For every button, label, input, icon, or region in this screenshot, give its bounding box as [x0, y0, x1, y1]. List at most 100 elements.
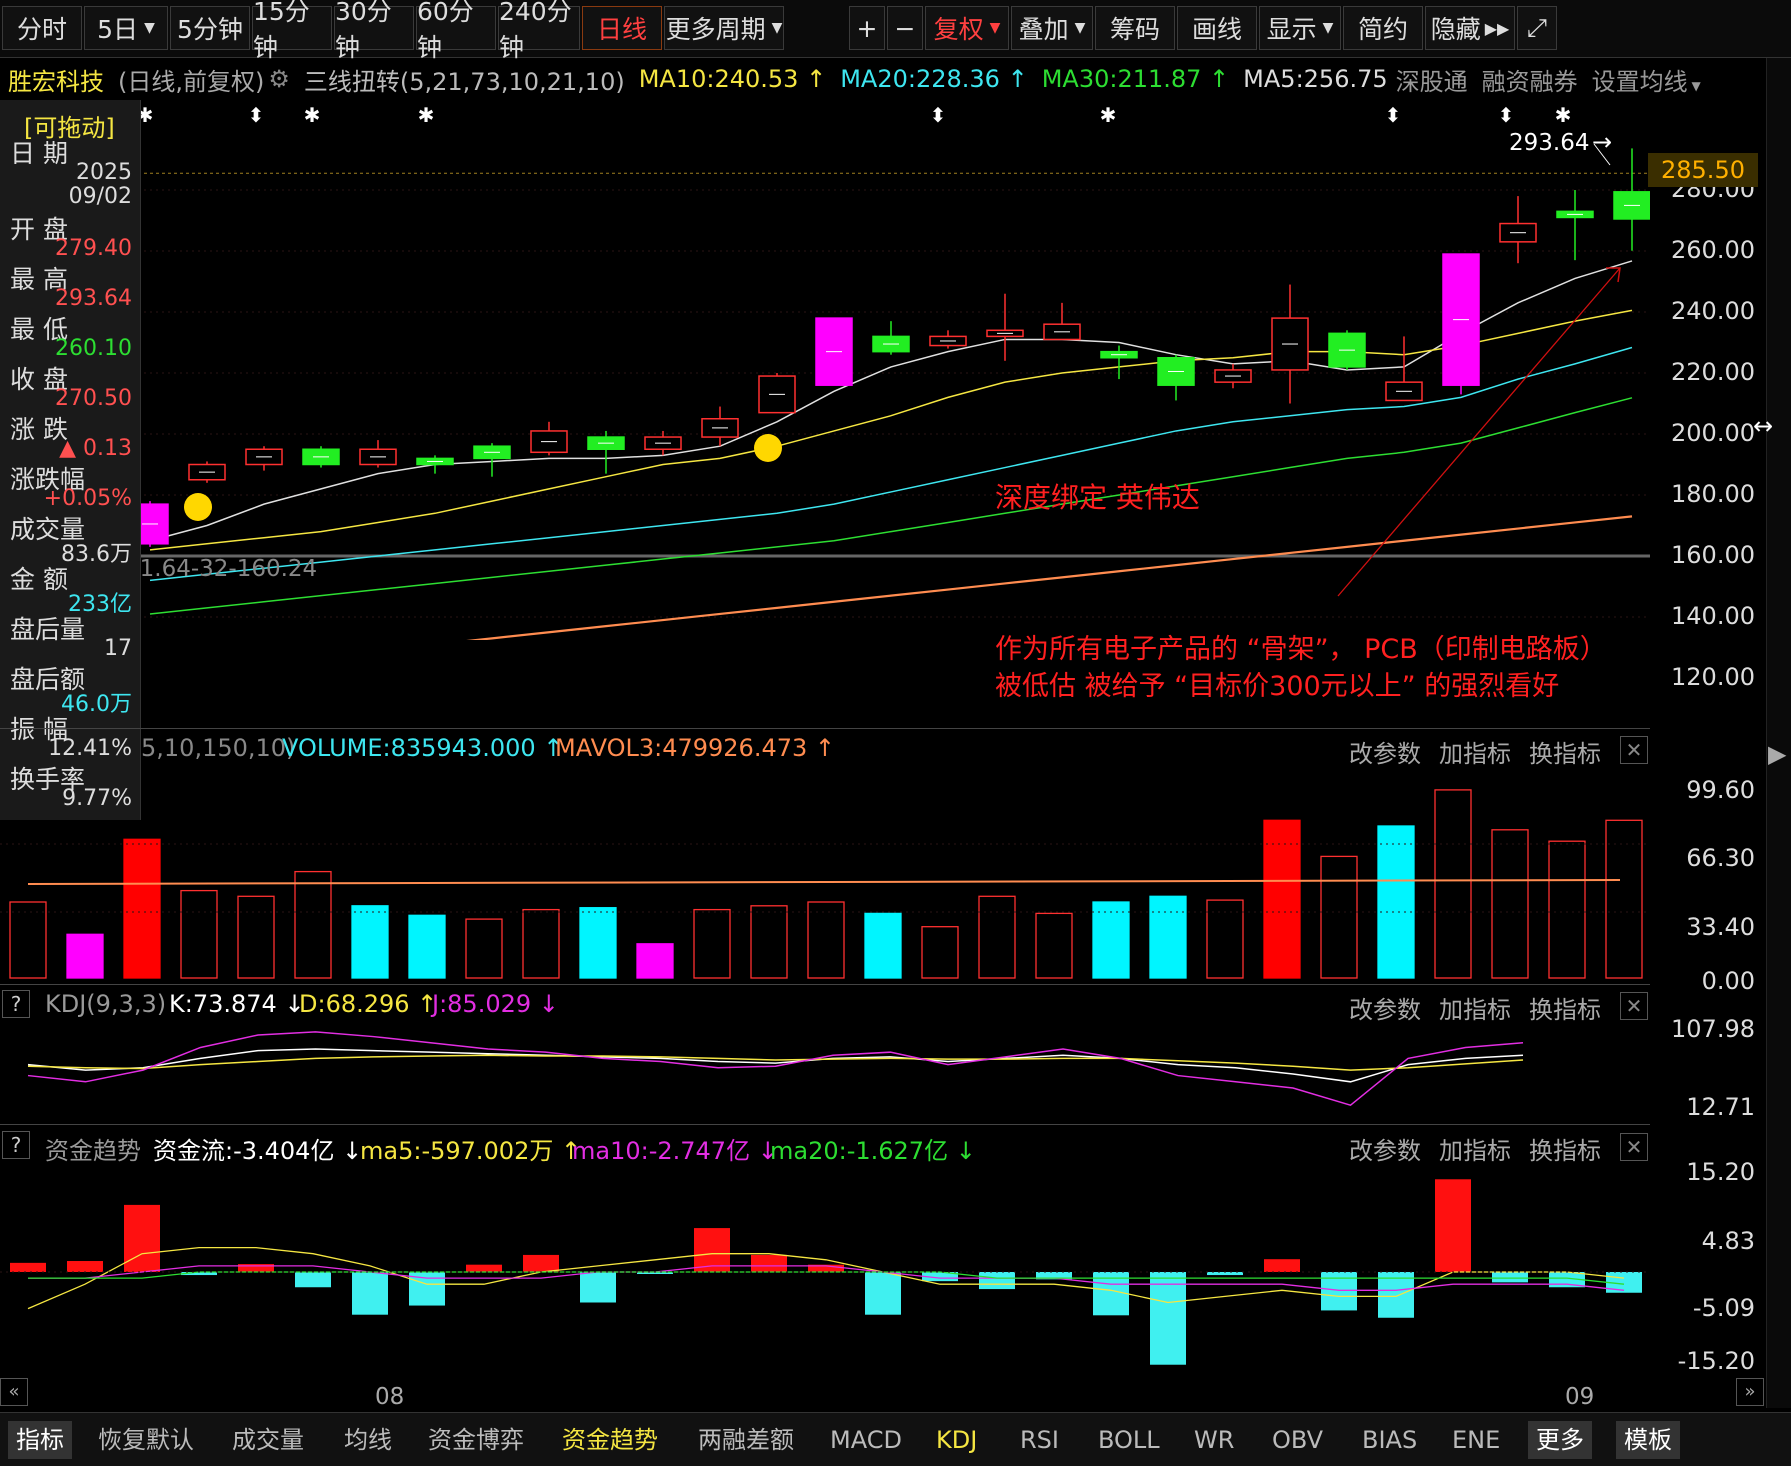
volume-bar [1548, 840, 1586, 979]
zoom-out-button[interactable]: − [887, 6, 923, 50]
flow-bar [580, 1272, 616, 1303]
volume-chart[interactable] [0, 760, 1650, 980]
tab-obv[interactable]: OBV [1264, 1421, 1331, 1459]
flow-bar [979, 1272, 1015, 1290]
tab-5day-label: 5日 [97, 15, 139, 44]
stock-name[interactable]: 胜宏科技 [8, 62, 104, 97]
flow-bar [1150, 1272, 1186, 1365]
tab-ene[interactable]: ENE [1444, 1421, 1508, 1459]
tab-240min[interactable]: 240分钟 [498, 0, 580, 62]
tab-kdj[interactable]: KDJ [928, 1421, 985, 1459]
ma20-text: MA20:228.36 [840, 65, 1000, 93]
tab-ma[interactable]: 均线 [336, 1421, 400, 1459]
tab-rsi[interactable]: RSI [1012, 1421, 1067, 1459]
tab-more[interactable]: 更多 [1528, 1421, 1592, 1459]
volume-bar [180, 889, 218, 979]
arrow-up-icon: ↑ [798, 65, 827, 93]
scroll-right-icon[interactable]: » [1736, 1378, 1764, 1406]
volume-bar [1491, 829, 1529, 979]
volume-bar [351, 905, 389, 979]
tab-capital-game[interactable]: 资金博弈 [420, 1421, 532, 1459]
simple-button[interactable]: 简约 [1343, 6, 1423, 50]
kdj-chart[interactable] [0, 1018, 1650, 1118]
tab-30min[interactable]: 30分钟 [334, 0, 414, 62]
volume-bar [1263, 819, 1301, 979]
tab-15min[interactable]: 15分钟 [252, 0, 332, 62]
kdj-name[interactable]: KDJ(9,3,3) [45, 990, 166, 1018]
tab-indicators[interactable]: 指标 [8, 1421, 72, 1459]
settings-gear-icon[interactable]: ⚙ [268, 65, 290, 93]
annotation-nvidia[interactable]: 深度绑定 英伟达 [995, 476, 1200, 516]
fullscreen-icon[interactable]: ⤢ [1517, 6, 1557, 50]
flow-bar [352, 1272, 388, 1315]
panel-value: 279.40 [55, 236, 132, 261]
indicator-name[interactable]: 三线扭转(5,21,73,10,21,10) [304, 62, 625, 97]
volume-bar [465, 918, 503, 979]
kdj-j-line [27, 1031, 1524, 1107]
hide-button[interactable]: 隐藏 ▶▶ [1425, 6, 1515, 50]
flow-bar [466, 1264, 502, 1272]
zoom-in-button[interactable]: + [849, 6, 885, 50]
tab-wr[interactable]: WR [1186, 1421, 1242, 1459]
signal-arrow-icon: ⬍ [1498, 103, 1515, 127]
axis-tick-label: 180.00 [1671, 480, 1755, 508]
tab-bias[interactable]: BIAS [1354, 1421, 1425, 1459]
panel-label: 金 额 [10, 565, 68, 594]
close-icon[interactable]: ✕ [1620, 1133, 1648, 1161]
draw-button[interactable]: 画线 [1177, 6, 1257, 50]
link-shengutong[interactable]: 深股通 [1396, 62, 1468, 97]
tab-template[interactable]: 模板 [1616, 1421, 1680, 1459]
help-icon[interactable]: ? [2, 1131, 30, 1159]
tab-60min[interactable]: 60分钟 [416, 0, 496, 62]
resize-horizontal-icon[interactable]: ↔ [1753, 412, 1773, 440]
tab-macd[interactable]: MACD [822, 1421, 910, 1459]
axis-tick-label: 66.30 [1686, 844, 1755, 872]
tab-volume[interactable]: 成交量 [224, 1421, 312, 1459]
volume-bar [750, 905, 788, 979]
kdj-j-text: J:85.029 [432, 990, 532, 1018]
flow-bar [1492, 1272, 1528, 1283]
display-button[interactable]: 显示 ▼ [1259, 6, 1341, 50]
link-margin-trading[interactable]: 融资融券 [1482, 62, 1578, 97]
tab-restore-default[interactable]: 恢复默认 [90, 1421, 202, 1459]
tab-fenshi[interactable]: 分时 [2, 6, 82, 50]
flow-bar [751, 1254, 787, 1272]
display-label: 显示 [1266, 15, 1317, 44]
volume-params: 5,10,150,10) [141, 734, 296, 762]
volume-bar [1035, 912, 1073, 979]
quote-info-panel[interactable]: [可拖动] 日 期 2025 09/02 开 盘 279.40 最 高 293.64 最 低2… [0, 100, 141, 820]
kdj-k: K:73.874 ↓ [169, 990, 305, 1018]
chips-button[interactable]: 筹码 [1095, 6, 1175, 50]
tab-5min[interactable]: 5分钟 [170, 6, 250, 50]
fund-flow-chart[interactable] [0, 1160, 1650, 1380]
annotation-pcb-line2[interactable]: 被低估 被给予 “目标价300元以上” 的强烈看好 [995, 664, 1559, 703]
volume-bar [921, 926, 959, 979]
ma20-value: MA20:228.36 ↑ [840, 65, 1027, 93]
volume-bar [237, 895, 275, 979]
smiley-icon [184, 493, 212, 521]
help-icon[interactable]: ? [2, 990, 30, 1018]
overlay-button[interactable]: 叠加 ▼ [1011, 6, 1093, 50]
chevron-down-icon: ▼ [771, 20, 783, 36]
fuquan-button[interactable]: 复权 ▼ [925, 6, 1009, 50]
set-ma-button[interactable]: 设置均线 ▼ [1592, 62, 1701, 97]
axis-tick-label: 107.98 [1671, 1015, 1755, 1043]
tab-capital-trend[interactable]: 资金趋势 [554, 1421, 666, 1459]
arrow-down-icon: ↓ [531, 990, 559, 1018]
tab-margin-diff[interactable]: 两融差额 [690, 1421, 802, 1459]
divider [0, 984, 1650, 985]
close-icon[interactable]: ✕ [1620, 992, 1648, 1020]
axis-tick-label: 220.00 [1671, 358, 1755, 386]
arrow-right-icon: → [1592, 128, 1613, 156]
tab-boll[interactable]: BOLL [1090, 1421, 1168, 1459]
expand-panel-icon[interactable]: ▶ [1768, 740, 1786, 768]
volume-bar [978, 895, 1016, 979]
volume-bar [579, 907, 617, 979]
tab-more-periods[interactable]: 更多周期 ▼ [664, 6, 784, 50]
annotation-pcb-line1[interactable]: 作为所有电子产品的 “骨架”， PCB（印制电路板） [995, 627, 1607, 666]
tab-5day[interactable]: 5日 ▼ [84, 6, 168, 50]
scroll-left-icon[interactable]: « [0, 1378, 28, 1406]
volume-bar [522, 908, 560, 979]
volume-value: VOLUME:835943.000 ↑ [282, 734, 563, 762]
tab-daily[interactable]: 日线 [582, 6, 662, 50]
